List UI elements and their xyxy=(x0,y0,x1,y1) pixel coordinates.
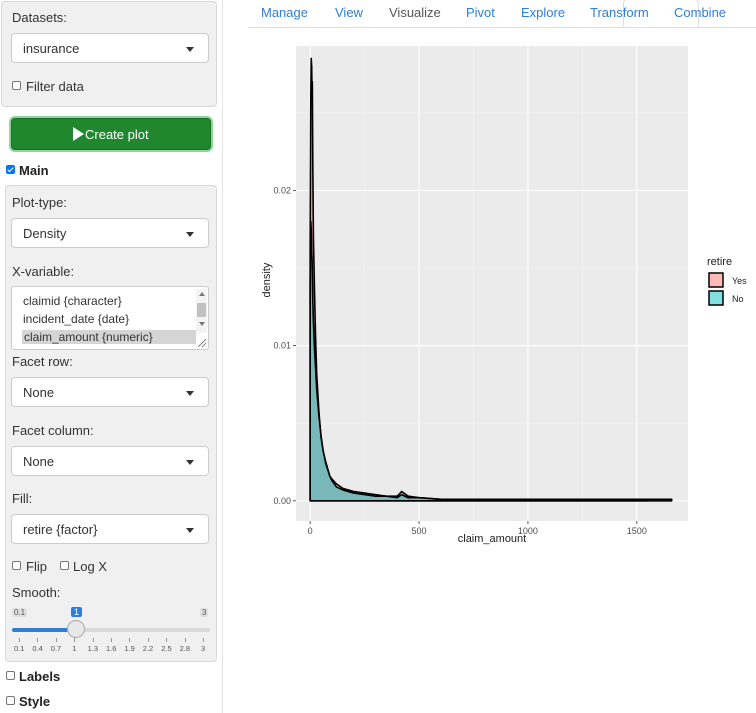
y-tick-label: 0.00 xyxy=(273,496,291,506)
slider-tick xyxy=(184,638,186,642)
flip-checkbox[interactable] xyxy=(12,561,21,570)
filter-data-label: Filter data xyxy=(26,79,84,94)
slider-tick xyxy=(203,638,204,642)
slider-tick xyxy=(19,638,20,642)
slider-tick xyxy=(111,638,112,642)
slider-tick xyxy=(55,638,57,642)
y-tick-label: 0.02 xyxy=(273,185,291,195)
tab-manage[interactable]: Manage xyxy=(261,5,308,20)
slider-tick-label: 1 xyxy=(72,644,77,653)
legend-key-no xyxy=(708,290,724,306)
x-variable-label: X-variable: xyxy=(12,264,75,279)
legend: retire Yes No xyxy=(707,256,747,306)
plot-panel xyxy=(296,46,688,521)
main-tabs: Manage View Visualize Pivot Explore Tran… xyxy=(248,0,756,28)
flip-label: Flip xyxy=(26,559,47,574)
slider-tick xyxy=(129,638,131,642)
chevron-down-icon xyxy=(186,47,194,52)
slider-tick xyxy=(74,638,76,642)
facet-row-label: Facet row: xyxy=(12,354,73,369)
legend-title: retire xyxy=(707,256,732,268)
style-checkbox[interactable] xyxy=(6,696,15,705)
y-axis-ticks: 0.00 0.01 0.02 xyxy=(273,185,296,506)
style-section-title: Style xyxy=(19,694,51,709)
slider-tick xyxy=(37,638,39,642)
plot-type-label: Plot-type: xyxy=(12,195,67,210)
dataset-select-value: insurance xyxy=(23,41,80,56)
resize-grip-icon[interactable] xyxy=(198,339,206,347)
plot-type-value: Density xyxy=(23,226,67,241)
legend-key-yes xyxy=(708,272,724,288)
x-variable-listbox[interactable]: claimid {character} incident_date {date}… xyxy=(11,286,209,350)
smooth-label: Smooth: xyxy=(12,585,61,600)
density-plot: 0 500 1000 1500 0.000.010.02 claim_amount d… xyxy=(261,46,747,545)
facet-column-value: None xyxy=(23,454,55,469)
filter-data-checkbox[interactable] xyxy=(12,81,21,90)
tab-explore[interactable]: Explore xyxy=(521,5,565,20)
slider-tick-label: 0.4 xyxy=(32,644,43,653)
create-plot-button[interactable]: Create plot xyxy=(11,118,211,150)
tab-pivot[interactable]: Pivot xyxy=(466,5,495,20)
labels-checkbox[interactable] xyxy=(6,671,15,680)
smooth-current-value: 1 xyxy=(71,607,83,617)
fill-value: retire {factor} xyxy=(23,522,98,537)
slider-tick-label: 2.5 xyxy=(161,644,172,653)
tab-visualize[interactable]: Visualize xyxy=(389,5,441,20)
tab-view[interactable]: View xyxy=(335,5,363,20)
slider-tick xyxy=(147,638,149,642)
sidebar: Datasets: insurance Filter data Create p… xyxy=(0,0,223,713)
facet-column-select[interactable]: None xyxy=(11,446,209,476)
slider-handle[interactable] xyxy=(67,620,85,638)
slider-tick xyxy=(166,638,168,642)
log-x-label: Log X xyxy=(73,559,107,574)
slider-tick-label: 2.8 xyxy=(179,644,191,653)
fill-label: Fill: xyxy=(12,491,33,506)
scroll-down-icon[interactable] xyxy=(199,322,205,326)
slider-tick-label: 1.6 xyxy=(106,644,117,653)
x-axis-label: claim_amount xyxy=(458,533,526,545)
legend-label-no: No xyxy=(732,294,744,304)
create-plot-label: Create plot xyxy=(85,127,149,142)
chevron-down-icon xyxy=(186,528,194,533)
chevron-down-icon xyxy=(186,460,194,465)
scroll-up-icon[interactable] xyxy=(199,292,205,296)
scrollbar-thumb[interactable] xyxy=(197,303,206,317)
slider-tick xyxy=(92,638,94,642)
datasets-label: Datasets: xyxy=(12,10,67,25)
plot-type-select[interactable]: Density xyxy=(11,218,209,248)
smooth-min-label: 0.1 xyxy=(12,608,28,617)
main-checkbox[interactable] xyxy=(6,165,15,174)
x-tick-label: 500 xyxy=(412,526,427,536)
smooth-max-label: 3 xyxy=(200,608,209,617)
x-variable-option[interactable]: incident_date {date} xyxy=(23,312,129,326)
x-tick-label: 0 xyxy=(308,526,313,536)
facet-row-select[interactable]: None xyxy=(11,377,209,407)
slider-tick-label: 0.7 xyxy=(50,644,62,653)
slider-tick-label: 1.3 xyxy=(87,644,99,653)
fill-select[interactable]: retire {factor} xyxy=(11,514,209,544)
chevron-down-icon xyxy=(186,232,194,237)
y-axis-label: density xyxy=(261,262,273,297)
slider-tick-label: 2.2 xyxy=(142,644,154,653)
tab-transform[interactable]: Transform xyxy=(590,5,649,20)
x-variable-option-selected[interactable]: claim_amount {numeric} xyxy=(22,330,196,344)
y-tick-label: 0.01 xyxy=(273,341,291,351)
chevron-down-icon xyxy=(186,391,194,396)
x-variable-scrollbar[interactable] xyxy=(196,289,207,333)
slider-tick-label: 3 xyxy=(201,644,206,653)
slider-tick-label: 1.9 xyxy=(124,644,135,653)
facet-row-value: None xyxy=(23,385,55,400)
log-x-checkbox[interactable] xyxy=(60,561,69,570)
legend-label-yes: Yes xyxy=(732,276,747,286)
facet-column-label: Facet column: xyxy=(12,423,94,438)
main-section-title: Main xyxy=(19,163,49,178)
x-variable-option[interactable]: claimid {character} xyxy=(23,294,122,308)
labels-section-title: Labels xyxy=(19,669,61,684)
tab-combine[interactable]: Combine xyxy=(674,5,726,20)
slider-tick-label: 0.1 xyxy=(14,644,25,653)
play-icon xyxy=(73,127,84,141)
dataset-select[interactable]: insurance xyxy=(11,33,209,63)
x-tick-label: 1500 xyxy=(627,526,647,536)
